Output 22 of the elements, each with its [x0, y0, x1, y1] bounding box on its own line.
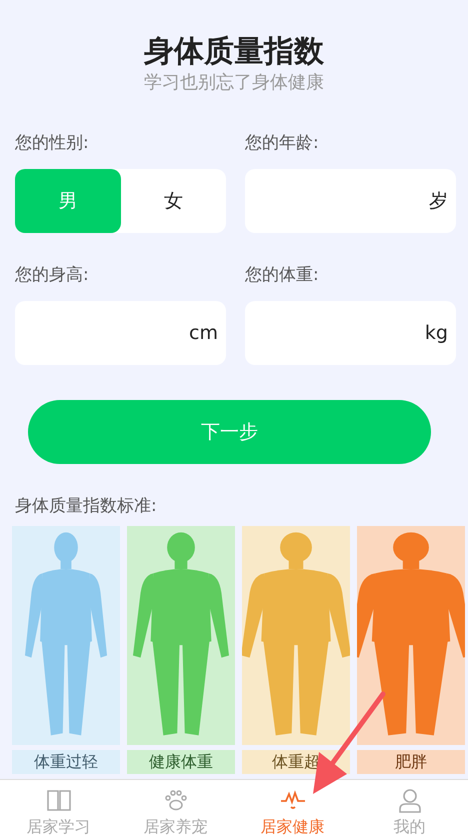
tab-item[interactable]: 我的 [351, 780, 468, 840]
gender-option[interactable]: 男 [15, 169, 120, 233]
tab-item[interactable]: 居家养宠 [117, 780, 234, 840]
field-label: 您的性别: [15, 132, 90, 155]
next-button[interactable]: 下一步 [28, 400, 431, 464]
weight-field[interactable]: kg [245, 301, 456, 365]
age-field[interactable]: 岁 [245, 169, 456, 233]
section-label: 身体质量指数标准: [14, 495, 158, 518]
tab-item[interactable]: 居家健康 [234, 780, 351, 840]
field-label: 您的身高: [15, 264, 90, 287]
field-label: 您的体重: [245, 264, 320, 287]
book-icon [46, 787, 72, 813]
tab-item[interactable]: 居家学习 [0, 780, 117, 840]
category-label: 健康体重 [127, 750, 235, 774]
height-field[interactable]: cm [15, 301, 226, 365]
gender-option[interactable]: 女 [120, 169, 226, 233]
field-label: 您的年龄: [245, 132, 320, 155]
page-subtitle: 学习也别忘了身体健康 [144, 71, 324, 95]
page-title: 身体质量指数 [144, 33, 324, 71]
user-icon [396, 787, 422, 813]
category-label: 肥胖 [357, 750, 465, 774]
category-label: 体重过轻 [12, 750, 120, 774]
